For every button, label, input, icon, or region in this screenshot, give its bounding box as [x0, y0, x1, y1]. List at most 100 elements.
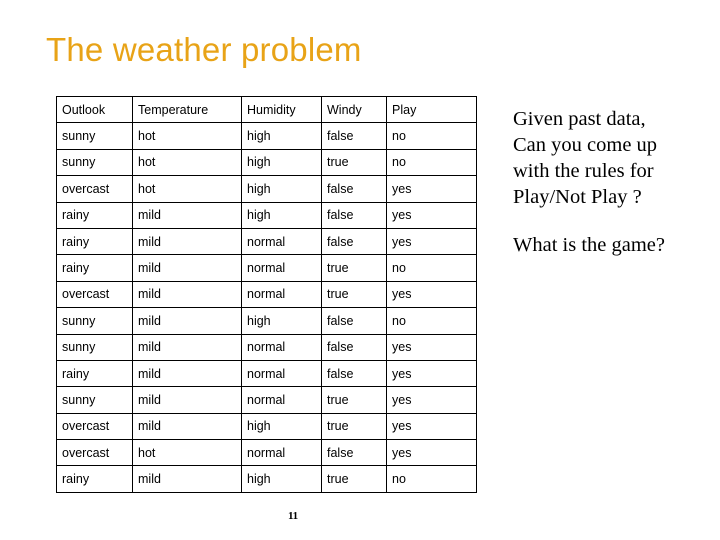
cell-windy: false — [321, 359, 387, 388]
cell-windy: true — [321, 386, 387, 414]
cell-temperature: hot — [132, 439, 242, 467]
cell-play: no — [386, 465, 477, 493]
prompt-line-2: Can you come up — [513, 134, 658, 156]
table-row: rainy mild high true no — [56, 465, 477, 493]
cell-humidity: high — [241, 122, 322, 150]
cell-play: yes — [386, 175, 477, 203]
page-number: 11 — [288, 510, 298, 522]
cell-temperature: mild — [132, 465, 242, 493]
cell-windy: false — [321, 307, 387, 335]
cell-windy: false — [321, 333, 387, 361]
cell-humidity: high — [241, 148, 322, 177]
cell-outlook: overcast — [56, 280, 133, 309]
table-body: sunny hot high false no sunny hot high t… — [56, 122, 477, 493]
cell-windy: true — [321, 254, 387, 282]
column-header-play: Play — [386, 95, 477, 124]
weather-data-table: Outlook Temperature Humidity Windy Play … — [56, 95, 477, 493]
cell-temperature: hot — [132, 122, 242, 150]
cell-windy: true — [321, 148, 387, 177]
cell-temperature: hot — [132, 148, 242, 177]
cell-outlook: overcast — [56, 175, 133, 203]
table-row: sunny mild normal true yes — [56, 386, 477, 414]
cell-humidity: normal — [241, 254, 322, 282]
cell-humidity: normal — [241, 359, 322, 388]
cell-outlook: overcast — [56, 412, 133, 441]
cell-temperature: mild — [132, 307, 242, 335]
cell-windy: false — [321, 175, 387, 203]
table-row: sunny hot high true no — [56, 148, 477, 177]
table-row: overcast hot high false yes — [56, 175, 477, 203]
table-row: rainy mild normal false yes — [56, 359, 477, 388]
cell-windy: false — [321, 122, 387, 150]
table-row: rainy mild normal true no — [56, 254, 477, 282]
cell-windy: false — [321, 227, 387, 256]
cell-play: no — [386, 307, 477, 335]
prompt-spacer — [513, 210, 718, 232]
prompt-line-4: Play/Not Play ? — [513, 186, 642, 208]
table-row: sunny mild high false no — [56, 307, 477, 335]
cell-windy: true — [321, 412, 387, 441]
table-row: sunny mild normal false yes — [56, 333, 477, 361]
cell-humidity: high — [241, 307, 322, 335]
column-header-outlook: Outlook — [56, 95, 133, 124]
cell-outlook: rainy — [56, 465, 133, 493]
prompt-question: What is the game? — [513, 234, 665, 256]
cell-humidity: normal — [241, 280, 322, 309]
cell-outlook: sunny — [56, 148, 133, 177]
page-title: The weather problem — [46, 31, 362, 68]
table-row: overcast mild normal true yes — [56, 280, 477, 309]
cell-temperature: mild — [132, 359, 242, 388]
cell-play: no — [386, 148, 477, 177]
prompt-line-1: Given past data, — [513, 108, 646, 130]
cell-play: yes — [386, 439, 477, 467]
cell-temperature: mild — [132, 412, 242, 441]
cell-outlook: rainy — [56, 227, 133, 256]
column-header-temperature: Temperature — [132, 95, 242, 124]
table-row: rainy mild high false yes — [56, 201, 477, 229]
cell-play: yes — [386, 412, 477, 441]
cell-play: yes — [386, 359, 477, 388]
slide-canvas: The weather problem Outlook Temperature … — [0, 0, 720, 540]
cell-windy: true — [321, 465, 387, 493]
cell-temperature: mild — [132, 227, 242, 256]
cell-outlook: overcast — [56, 439, 133, 467]
table-header: Outlook Temperature Humidity Windy Play — [56, 95, 477, 124]
cell-outlook: rainy — [56, 201, 133, 229]
column-header-windy: Windy — [321, 95, 387, 124]
table-row: overcast mild high true yes — [56, 412, 477, 441]
cell-outlook: rainy — [56, 254, 133, 282]
cell-play: yes — [386, 280, 477, 309]
cell-humidity: high — [241, 175, 322, 203]
cell-humidity: normal — [241, 386, 322, 414]
cell-windy: false — [321, 439, 387, 467]
cell-outlook: sunny — [56, 386, 133, 414]
table-row: overcast hot normal false yes — [56, 439, 477, 467]
cell-outlook: sunny — [56, 333, 133, 361]
column-header-humidity: Humidity — [241, 95, 322, 124]
cell-humidity: normal — [241, 439, 322, 467]
cell-play: yes — [386, 386, 477, 414]
cell-temperature: mild — [132, 386, 242, 414]
cell-humidity: high — [241, 465, 322, 493]
cell-windy: true — [321, 280, 387, 309]
table-row: sunny hot high false no — [56, 122, 477, 150]
cell-temperature: mild — [132, 201, 242, 229]
cell-windy: false — [321, 201, 387, 229]
cell-humidity: high — [241, 412, 322, 441]
cell-humidity: normal — [241, 333, 322, 361]
cell-play: yes — [386, 201, 477, 229]
cell-temperature: mild — [132, 333, 242, 361]
table-header-row: Outlook Temperature Humidity Windy Play — [56, 95, 477, 124]
prompt-text-block: Given past data, Can you come up with th… — [513, 106, 718, 258]
cell-outlook: sunny — [56, 122, 133, 150]
cell-temperature: mild — [132, 280, 242, 309]
cell-play: yes — [386, 227, 477, 256]
cell-outlook: rainy — [56, 359, 133, 388]
cell-temperature: mild — [132, 254, 242, 282]
cell-humidity: high — [241, 201, 322, 229]
cell-play: no — [386, 254, 477, 282]
cell-play: yes — [386, 333, 477, 361]
cell-humidity: normal — [241, 227, 322, 256]
cell-outlook: sunny — [56, 307, 133, 335]
prompt-line-3: with the rules for — [513, 160, 654, 182]
